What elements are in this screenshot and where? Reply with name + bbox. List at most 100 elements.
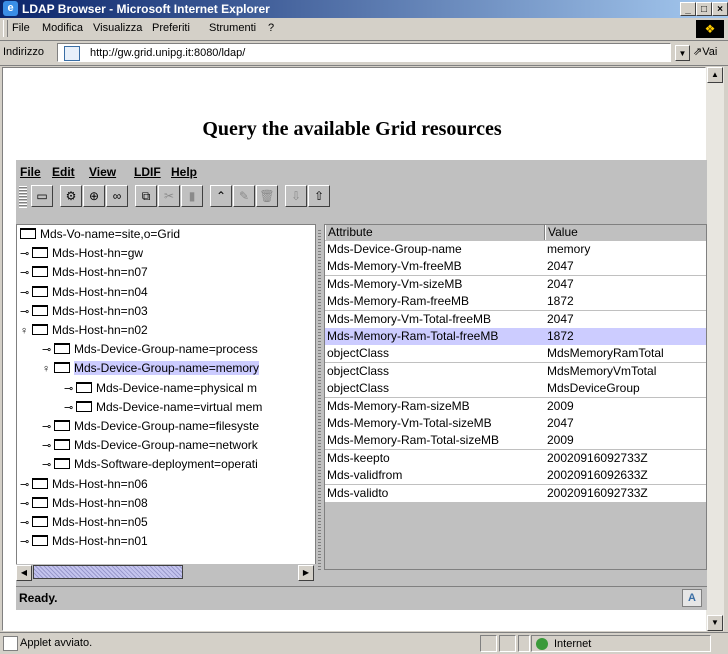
- binoculars-icon[interactable]: ∞: [106, 185, 128, 207]
- table-row[interactable]: Mds-Memory-Ram-Total-freeMB 1872: [325, 328, 706, 345]
- close-button[interactable]: ×: [712, 2, 728, 16]
- table-row[interactable]: Mds-Memory-Vm-Total-sizeMB 2047: [325, 415, 706, 432]
- page-icon: [64, 46, 80, 61]
- minimize-button[interactable]: _: [680, 2, 696, 16]
- zone-pane: Internet: [531, 635, 711, 652]
- paste-icon[interactable]: ▮: [181, 185, 203, 207]
- table-row[interactable]: Mds-Memory-Vm-Total-freeMB 2047: [325, 310, 706, 328]
- tree-node[interactable]: ⊸ Mds-Device-name=physical m: [64, 381, 257, 399]
- table-row[interactable]: Mds-keepto 20020916092733Z: [325, 449, 706, 467]
- menu-modifica[interactable]: Modifica: [42, 22, 83, 34]
- expand-toggle-icon[interactable]: ⊸: [20, 535, 32, 548]
- tree-node[interactable]: ♀ Mds-Device-Group-name=memory: [42, 361, 260, 379]
- tree-node[interactable]: ⊸ Mds-Host-hn=n07: [20, 265, 148, 283]
- expand-toggle-icon[interactable]: ♀: [20, 325, 32, 337]
- table-row[interactable]: Mds-Memory-Ram-Total-sizeMB 2009: [325, 432, 706, 450]
- tree-node[interactable]: ⊸ Mds-Device-Group-name=filesyste: [42, 419, 259, 437]
- tree-horizontal-scrollbar[interactable]: ◀ ▶: [16, 564, 316, 582]
- expand-toggle-icon[interactable]: ⊸: [20, 478, 32, 491]
- column-header-value[interactable]: Value: [545, 225, 706, 240]
- scroll-left-button[interactable]: ◀: [16, 565, 32, 581]
- tree-node[interactable]: ⊸ Mds-Host-hn=n06: [20, 477, 148, 495]
- expand-toggle-icon[interactable]: ⊸: [42, 420, 54, 433]
- applet-menu-ldif[interactable]: LDIF: [134, 165, 161, 179]
- table-row[interactable]: Mds-Memory-Vm-sizeMB 2047: [325, 275, 706, 293]
- expand-toggle-icon[interactable]: ♀: [42, 363, 54, 375]
- expand-toggle-icon[interactable]: ⊸: [20, 497, 32, 510]
- applet-menu-edit[interactable]: Edit: [52, 165, 75, 179]
- table-row[interactable]: Mds-Device-Group-name memory: [325, 241, 706, 258]
- edit-icon[interactable]: ✎: [233, 185, 255, 207]
- table-row[interactable]: Mds-Memory-Ram-freeMB 1872: [325, 293, 706, 311]
- go-button[interactable]: ⇗Vai: [693, 45, 717, 58]
- address-dropdown-button[interactable]: ▼: [675, 45, 690, 61]
- table-row[interactable]: objectClass MdsMemoryRamTotal: [325, 345, 706, 363]
- tree-node[interactable]: ⊸ Mds-Host-hn=n01: [20, 534, 148, 552]
- tree-node[interactable]: ⊸ Mds-Device-Group-name=process: [42, 342, 258, 360]
- table-row[interactable]: Mds-validto 20020916092733Z: [325, 484, 706, 502]
- applet-menu-file[interactable]: File: [20, 165, 41, 179]
- table-row[interactable]: Mds-Memory-Vm-freeMB 2047: [325, 258, 706, 276]
- directory-tree[interactable]: Mds-Vo-name=site,o=Grid ⊸ Mds-Host-hn=gw ⊸ M…: [16, 224, 316, 570]
- address-url: http://gw.grid.unipg.it:8080/ldap/: [90, 47, 246, 59]
- expand-toggle-icon[interactable]: ⊸: [20, 286, 32, 299]
- computer-icon[interactable]: ▭: [31, 185, 53, 207]
- folder-icon: [54, 458, 70, 470]
- menu-file[interactable]: File: [12, 22, 30, 34]
- column-header-attribute[interactable]: Attribute: [325, 225, 545, 240]
- expand-toggle-icon[interactable]: ⊸: [20, 305, 32, 318]
- connect-icon[interactable]: ⚙: [60, 185, 82, 207]
- export-icon[interactable]: ⇧: [308, 185, 330, 207]
- expand-toggle-icon[interactable]: ⊸: [20, 516, 32, 529]
- title-bar: e LDAP Browser - Microsoft Internet Expl…: [0, 0, 728, 18]
- value-cell: 1872: [547, 294, 574, 309]
- tree-node[interactable]: ⊸ Mds-Device-Group-name=network: [42, 438, 258, 456]
- menu-visualizza[interactable]: Visualizza: [93, 22, 142, 34]
- applet-started-icon: [3, 636, 18, 651]
- cut-icon[interactable]: ✂: [158, 185, 180, 207]
- expand-toggle-icon[interactable]: ⊸: [42, 439, 54, 452]
- tree-node[interactable]: ♀ Mds-Host-hn=n02: [20, 323, 148, 341]
- expand-toggle-icon[interactable]: ⊸: [42, 458, 54, 471]
- expand-toggle-icon[interactable]: ⊸: [20, 247, 32, 260]
- tree-node[interactable]: ⊸ Mds-Device-name=virtual mem: [64, 400, 262, 418]
- search-icon[interactable]: ⊕: [83, 185, 105, 207]
- menu-strumenti[interactable]: Strumenti: [209, 22, 256, 34]
- copy-icon[interactable]: ⧉: [135, 185, 157, 207]
- tree-node-label: Mds-Host-hn=n08: [52, 495, 148, 510]
- up-icon[interactable]: ⌃: [210, 185, 232, 207]
- import-icon[interactable]: ⇩: [285, 185, 307, 207]
- address-input[interactable]: http://gw.grid.unipg.it:8080/ldap/: [57, 43, 671, 62]
- attribute-cell: Mds-Memory-Vm-Total-freeMB: [327, 311, 492, 326]
- tree-node[interactable]: ⊸ Mds-Host-hn=n05: [20, 515, 148, 533]
- expand-toggle-icon[interactable]: ⊸: [20, 266, 32, 279]
- tree-scroll-thumb[interactable]: [33, 565, 183, 579]
- expand-toggle-icon[interactable]: ⊸: [64, 382, 76, 395]
- window-title: LDAP Browser - Microsoft Internet Explor…: [22, 2, 270, 16]
- scroll-down-button[interactable]: ▼: [707, 615, 723, 631]
- tree-node[interactable]: ⊸ Mds-Host-hn=n08: [20, 496, 148, 514]
- table-row[interactable]: objectClass MdsMemoryVmTotal: [325, 362, 706, 380]
- menu-preferiti[interactable]: Preferiti: [152, 22, 190, 34]
- expand-toggle-icon[interactable]: ⊸: [42, 343, 54, 356]
- table-row[interactable]: Mds-validfrom 20020916092633Z: [325, 467, 706, 485]
- applet-menu-view[interactable]: View: [89, 165, 116, 179]
- scroll-right-button[interactable]: ▶: [298, 565, 314, 581]
- scroll-up-button[interactable]: ▲: [707, 67, 723, 83]
- tree-node[interactable]: ⊸ Mds-Host-hn=gw: [20, 246, 143, 264]
- table-row[interactable]: objectClass MdsDeviceGroup: [325, 380, 706, 398]
- value-cell: 20020916092733Z: [547, 450, 648, 465]
- tree-node[interactable]: ⊸ Mds-Host-hn=n03: [20, 304, 148, 322]
- menu-help[interactable]: ?: [268, 22, 274, 34]
- applet-menu-help[interactable]: Help: [171, 165, 197, 179]
- attribute-table[interactable]: Attribute Value Mds-Device-Group-name mem…: [324, 224, 707, 570]
- delete-icon[interactable]: 🗑: [256, 185, 278, 207]
- table-row[interactable]: Mds-Memory-Ram-sizeMB 2009: [325, 397, 706, 415]
- restore-button[interactable]: □: [696, 2, 712, 16]
- tree-node[interactable]: ⊸ Mds-Host-hn=n04: [20, 285, 148, 303]
- tree-node[interactable]: Mds-Vo-name=site,o=Grid: [20, 227, 180, 245]
- tree-node[interactable]: ⊸ Mds-Software-deployment=operati: [42, 457, 258, 475]
- attribute-cell: Mds-Memory-Vm-sizeMB: [327, 276, 463, 291]
- expand-toggle-icon[interactable]: ⊸: [64, 401, 76, 414]
- page-scrollbar[interactable]: ▲ ▼: [706, 67, 724, 631]
